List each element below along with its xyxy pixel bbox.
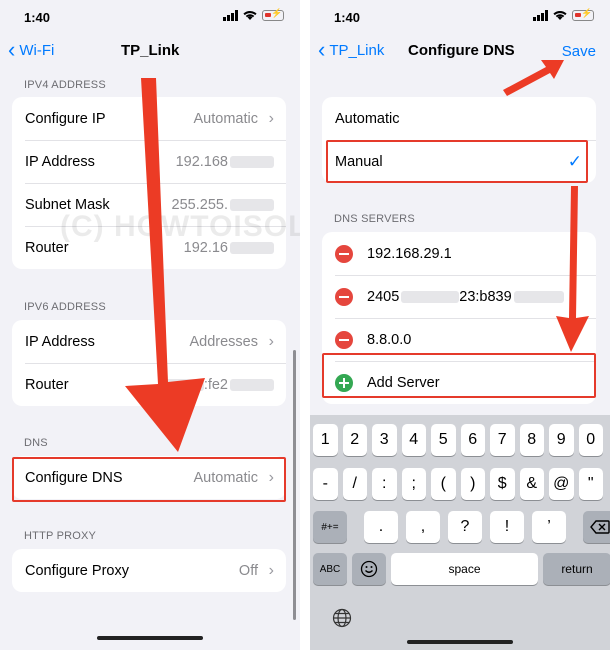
return-key[interactable]: return bbox=[543, 553, 610, 585]
home-indicator[interactable] bbox=[407, 640, 513, 644]
key[interactable]: & bbox=[519, 468, 544, 500]
abc-key[interactable]: ABC bbox=[313, 553, 347, 585]
emoji-icon bbox=[360, 560, 378, 578]
key[interactable]: ? bbox=[448, 511, 482, 543]
arrow-to-add-server-icon bbox=[556, 186, 589, 352]
key[interactable]: " bbox=[578, 468, 603, 500]
arrow-overlay bbox=[125, 78, 205, 452]
key[interactable]: / bbox=[342, 468, 367, 500]
emoji-key[interactable] bbox=[352, 553, 386, 585]
keyboard-row-1: 1 2 3 4 5 6 7 8 9 0 bbox=[313, 424, 603, 456]
key[interactable]: ; bbox=[401, 468, 426, 500]
key[interactable]: 3 bbox=[372, 424, 397, 456]
symbols-key[interactable]: #+= bbox=[313, 511, 347, 543]
keyboard-row-3: #+= . , ? ! ’ bbox=[313, 511, 610, 543]
tp-link-settings-screen: 1:40 ‹ Wi-Fi TP_Link IPV4 ADDRESS Config… bbox=[0, 0, 300, 650]
key[interactable]: 1 bbox=[313, 424, 338, 456]
keyboard-row-2: - / : ; ( ) $ & @ " bbox=[313, 468, 603, 500]
key[interactable]: ’ bbox=[532, 511, 566, 543]
keyboard-row-4: ABC space return bbox=[313, 553, 610, 585]
down-arrow-icon bbox=[125, 78, 205, 452]
key[interactable]: ! bbox=[490, 511, 524, 543]
space-key[interactable]: space bbox=[391, 553, 538, 585]
key[interactable]: 7 bbox=[490, 424, 515, 456]
arrow-to-save-icon bbox=[503, 60, 564, 96]
backspace-icon bbox=[590, 520, 610, 534]
key[interactable]: ) bbox=[460, 468, 485, 500]
key[interactable]: 8 bbox=[519, 424, 544, 456]
key[interactable]: 4 bbox=[401, 424, 426, 456]
key[interactable]: ( bbox=[431, 468, 456, 500]
key[interactable]: - bbox=[313, 468, 338, 500]
key[interactable]: : bbox=[372, 468, 397, 500]
key[interactable]: 0 bbox=[578, 424, 603, 456]
configure-dns-screen: 1:40 ‹ TP_Link Configure DNS Save Automa… bbox=[310, 0, 610, 650]
key[interactable]: 6 bbox=[460, 424, 485, 456]
key[interactable]: 9 bbox=[549, 424, 574, 456]
key[interactable]: , bbox=[406, 511, 440, 543]
numeric-keyboard: 1 2 3 4 5 6 7 8 9 0 - / : ; ( ) $ & @ " … bbox=[310, 415, 610, 650]
key[interactable]: . bbox=[364, 511, 398, 543]
key[interactable]: $ bbox=[490, 468, 515, 500]
key[interactable]: 5 bbox=[431, 424, 456, 456]
globe-icon[interactable] bbox=[332, 608, 352, 628]
home-indicator[interactable] bbox=[97, 636, 203, 640]
screenshot-root: 1:40 ‹ Wi-Fi TP_Link IPV4 ADDRESS Config… bbox=[0, 0, 610, 650]
delete-key[interactable] bbox=[583, 511, 610, 543]
key[interactable]: 2 bbox=[342, 424, 367, 456]
key[interactable]: @ bbox=[549, 468, 574, 500]
